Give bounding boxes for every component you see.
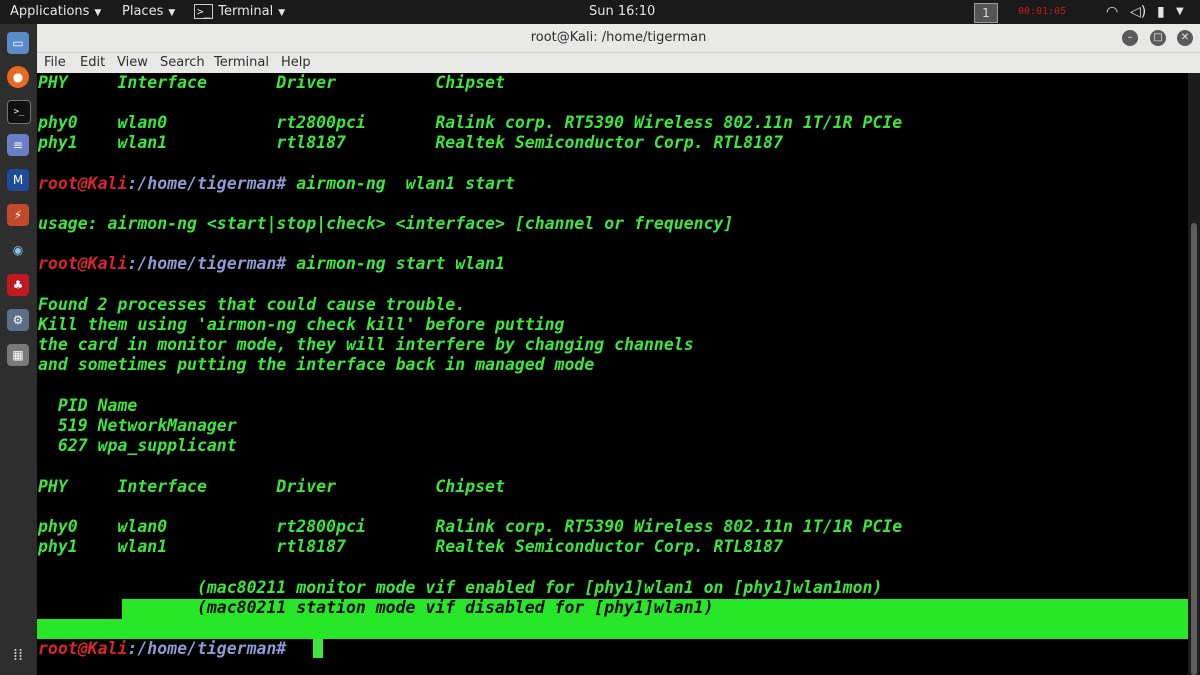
interface-row: phy0 wlan0 rt2800pci Ralink corp. RT5390… xyxy=(38,113,903,132)
recording-indicator: 00:01:05 xyxy=(1018,6,1067,17)
firefox-icon[interactable]: ● xyxy=(7,66,29,88)
top-panel: Applications ▼ Places ▼ >_ Terminal ▼ Sun 16… xyxy=(0,0,1200,24)
interface-row: phy1 wlan1 rtl8187 Realtek Semiconductor… xyxy=(38,133,784,152)
prompt-user: root@Kali xyxy=(38,254,128,273)
terminal-icon: >_ xyxy=(194,4,214,19)
clock[interactable]: Sun 16:10 xyxy=(589,0,655,24)
window-title: root@Kali: /home/tigerman xyxy=(530,30,707,45)
prompt-user: root@Kali xyxy=(38,639,128,658)
command-text: airmon-ng wlan1 start xyxy=(286,174,515,193)
menu-view[interactable]: View xyxy=(117,53,148,73)
applications-menu[interactable]: Applications ▼ xyxy=(10,0,101,24)
output-line: and sometimes putting the interface back… xyxy=(38,355,595,374)
table-header: PHY Interface Driver Chipset xyxy=(38,73,505,92)
terminal-app-menu[interactable]: >_ Terminal ▼ xyxy=(194,0,285,24)
process-row: 519 NetworkManager xyxy=(38,416,237,435)
menu-help[interactable]: Help xyxy=(281,53,311,73)
prompt-path: :/home/tigerman# xyxy=(127,639,287,658)
process-row: 627 wpa_supplicant xyxy=(38,436,237,455)
title-bar[interactable]: root@Kali: /home/tigerman – □ ✕ xyxy=(37,24,1200,53)
pid-header: PID Name xyxy=(38,396,138,415)
prompt-path: :/home/tigerman# xyxy=(127,254,287,273)
wifi-icon[interactable]: ◠ xyxy=(1106,0,1118,24)
applications-label: Applications xyxy=(10,4,90,19)
places-menu[interactable]: Places ▼ xyxy=(122,0,175,24)
burpsuite-icon[interactable]: ⚡ xyxy=(7,204,29,226)
output-line: (mac80211 monitor mode vif enabled for [… xyxy=(38,578,883,597)
chevron-down-icon: ▼ xyxy=(278,8,286,18)
terminal-icon[interactable]: >_ xyxy=(7,100,31,124)
menu-edit[interactable]: Edit xyxy=(80,53,105,73)
output-line: Kill them using 'airmon-ng check kill' b… xyxy=(38,315,565,334)
output-line: (mac80211 station mode vif disabled for … xyxy=(38,598,714,617)
usage-text: usage: airmon-ng <start|stop|check> <int… xyxy=(38,214,734,233)
scrollbar[interactable] xyxy=(1188,73,1200,675)
apps-icon[interactable]: ▦ xyxy=(7,344,29,366)
show-apps-icon[interactable]: ⁞⁞ xyxy=(7,644,29,666)
prompt-line: root@Kali:/home/tigerman# xyxy=(38,639,286,659)
prompt-user: root@Kali xyxy=(38,174,128,193)
menu-bar: File Edit View Search Terminal Help xyxy=(37,53,1200,73)
output-line: Found 2 processes that could cause troub… xyxy=(38,295,466,314)
maximize-icon[interactable]: □ xyxy=(1150,30,1166,46)
faraday-icon[interactable]: ♣ xyxy=(7,274,29,296)
dock: ▭ ● >_ ≡ M ⚡ ◉ ♣ ⚙ ▦ ⁞⁞ xyxy=(0,24,36,675)
prompt-line: root@Kali:/home/tigerman# airmon-ng star… xyxy=(38,254,505,274)
files-icon[interactable]: ▭ xyxy=(7,32,29,54)
chevron-down-icon: ▼ xyxy=(94,8,102,18)
close-icon[interactable]: ✕ xyxy=(1177,30,1193,46)
output-line: the card in monitor mode, they will inte… xyxy=(38,335,694,354)
eye-icon[interactable]: ◉ xyxy=(7,239,29,261)
prompt-line: root@Kali:/home/tigerman# airmon-ng wlan… xyxy=(38,174,515,194)
metasploit-icon[interactable]: M xyxy=(7,169,29,191)
menu-file[interactable]: File xyxy=(44,53,66,73)
battery-icon[interactable]: ▮ xyxy=(1157,0,1165,24)
minimize-icon[interactable]: – xyxy=(1122,30,1138,46)
menu-search[interactable]: Search xyxy=(160,53,205,73)
places-label: Places xyxy=(122,4,164,19)
chevron-down-icon: ▼ xyxy=(168,8,176,18)
settings-icon[interactable]: ⚙ xyxy=(7,309,29,331)
text-selection xyxy=(37,619,1188,639)
chevron-down-icon[interactable]: ▼ xyxy=(1176,0,1184,24)
menu-terminal[interactable]: Terminal xyxy=(214,53,269,73)
interface-row: phy0 wlan0 rt2800pci Ralink corp. RT5390… xyxy=(38,517,903,536)
terminal-label: Terminal xyxy=(218,4,274,19)
table-header: PHY Interface Driver Chipset xyxy=(38,477,505,496)
interface-row: phy1 wlan1 rtl8187 Realtek Semiconductor… xyxy=(38,537,784,556)
notes-icon[interactable]: ≡ xyxy=(7,134,29,156)
prompt-path: :/home/tigerman# xyxy=(127,174,287,193)
workspace-indicator[interactable]: 1 xyxy=(974,3,998,23)
terminal-output[interactable]: PHY Interface Driver Chipset phy0 wlan0 … xyxy=(37,73,1188,675)
text-cursor xyxy=(313,639,323,658)
volume-icon[interactable]: ◁) xyxy=(1130,0,1146,24)
command-text: airmon-ng start wlan1 xyxy=(286,254,505,273)
scrollbar-thumb[interactable] xyxy=(1191,223,1197,675)
terminal-window: root@Kali: /home/tigerman – □ ✕ File Edi… xyxy=(37,24,1200,675)
